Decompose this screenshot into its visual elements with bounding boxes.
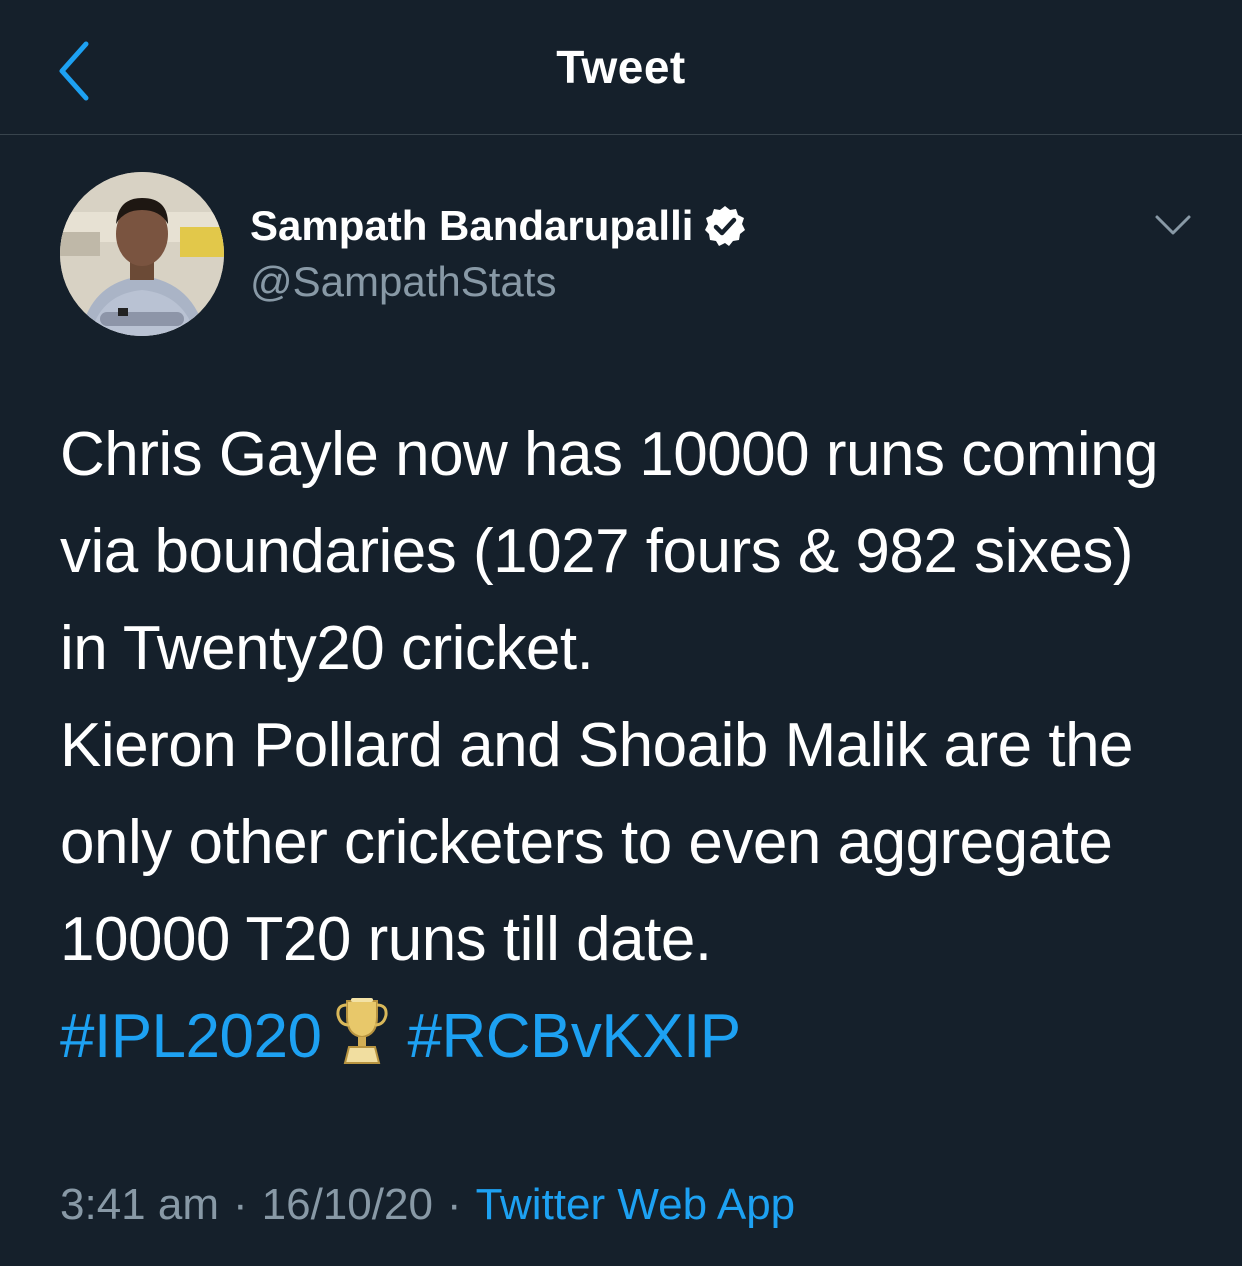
hashtag-rcbvkxip[interactable]: #RCBvKXIP [407, 1002, 741, 1071]
tweet-time: 3:41 am [60, 1180, 219, 1229]
chevron-down-icon [1155, 215, 1191, 235]
tweet-paragraph: Chris Gayle now has 10000 runs coming vi… [60, 420, 1159, 683]
avatar[interactable] [60, 172, 224, 336]
page-title: Tweet [556, 41, 686, 93]
author-handle[interactable]: @SampathStats [250, 258, 556, 306]
author-name-row[interactable]: Sampath Bandarupalli [250, 196, 747, 256]
trophy-icon [336, 998, 389, 1064]
more-options-button[interactable] [1148, 200, 1198, 250]
tweet-text: Chris Gayle now has 10000 runs coming vi… [60, 406, 1190, 1085]
verified-badge-icon [705, 206, 746, 246]
profile-photo [60, 172, 224, 336]
tweet-source-link[interactable]: Twitter Web App [476, 1180, 796, 1229]
hashtag-ipl2020[interactable]: #IPL2020 [60, 1002, 322, 1071]
separator: · [232, 1180, 248, 1229]
separator: · [446, 1180, 462, 1229]
tweet-date: 16/10/20 [261, 1180, 433, 1229]
hashtag-row: #IPL2020 #RCBvKXIP [60, 988, 1190, 1085]
tweet-paragraph: Kieron Pollard and Shoaib Malik are the … [60, 711, 1134, 974]
author-name[interactable]: Sampath Bandarupalli [250, 202, 693, 250]
top-nav-bar: Tweet [0, 0, 1242, 135]
tweet-meta: 3:41 am · 16/10/20 · Twitter Web App [60, 1180, 795, 1230]
